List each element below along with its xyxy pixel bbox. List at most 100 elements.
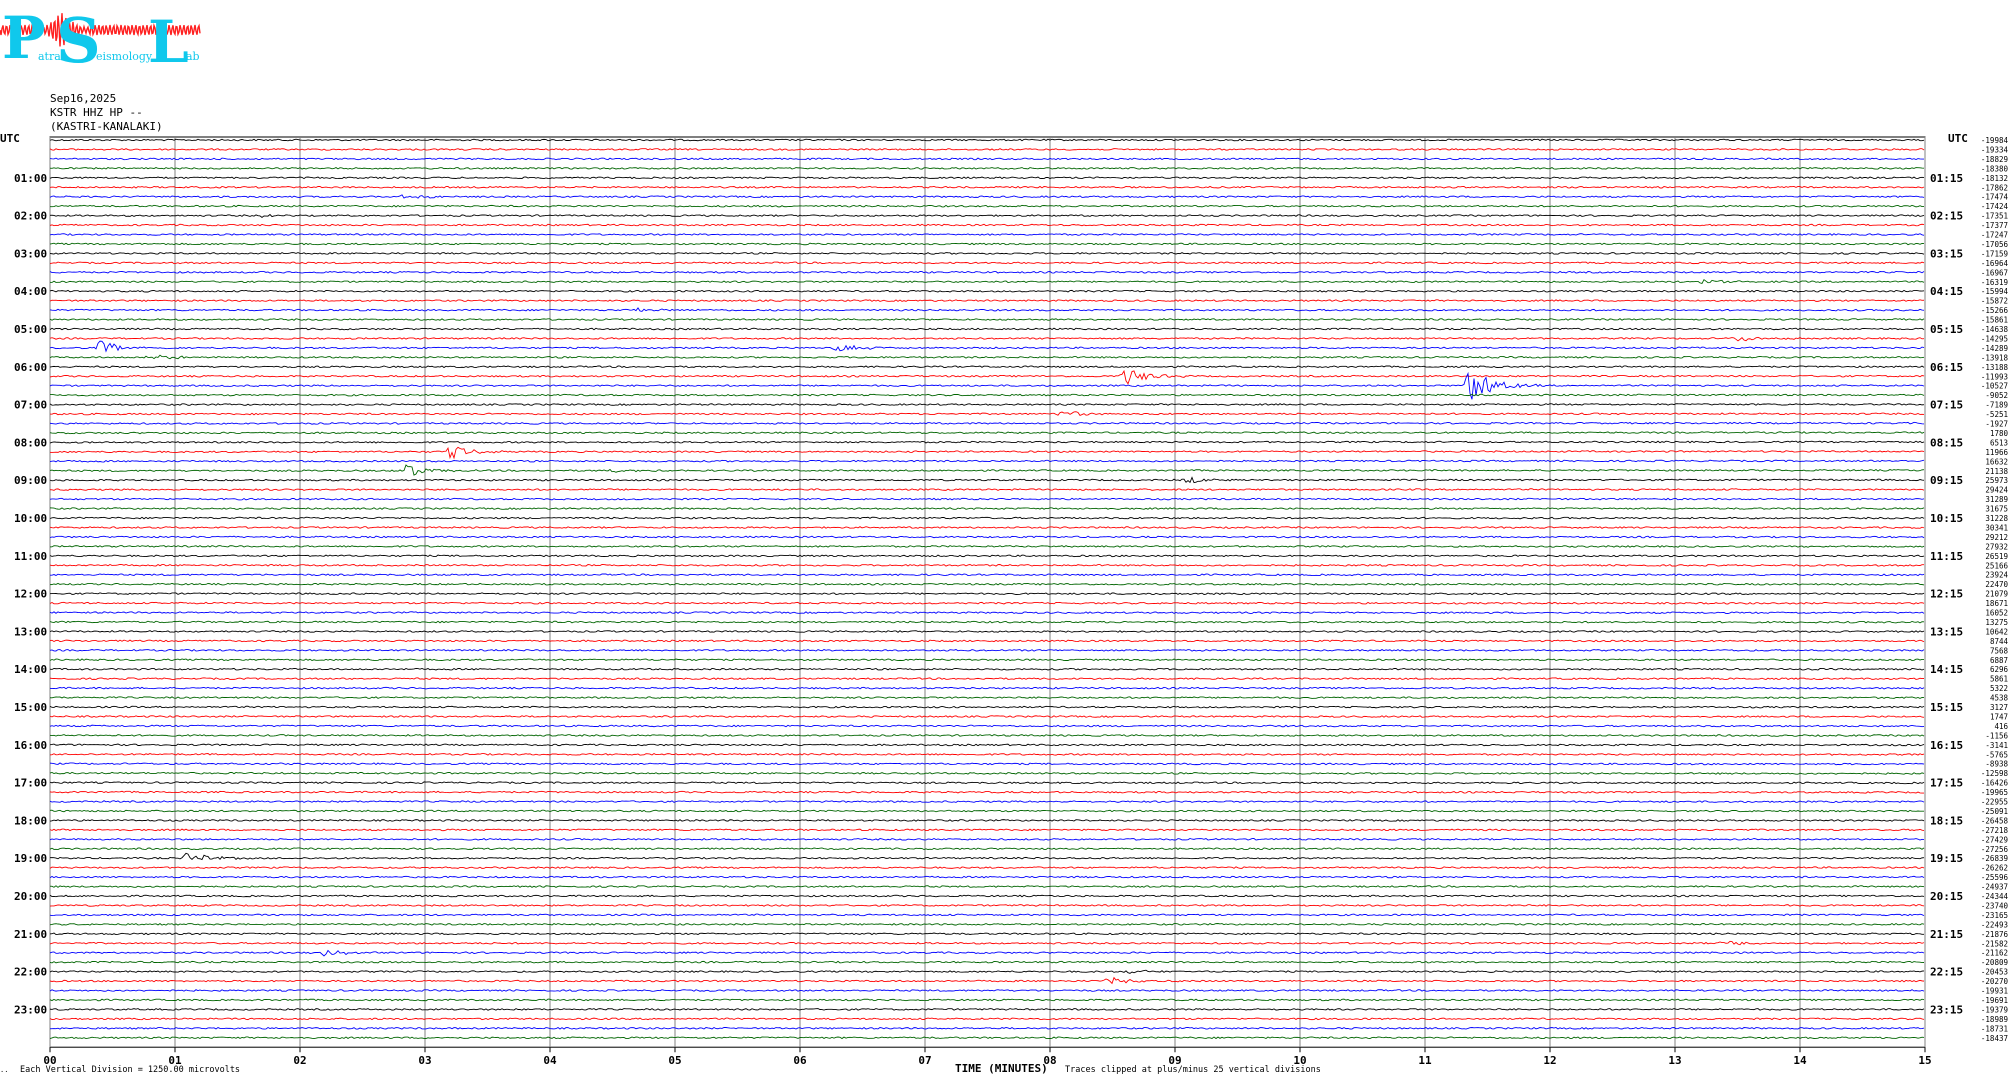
- right-hour-label: 13:15: [1930, 625, 1963, 638]
- trace-offset-label: -12598: [1981, 769, 2009, 778]
- trace-offset-label: -19334: [1981, 145, 2009, 154]
- left-hour-label: 23:00: [14, 1003, 47, 1016]
- trace-offset-label: -24344: [1981, 892, 2009, 901]
- trace-offset-label: -14638: [1981, 325, 2009, 334]
- trace-offset-label: 29212: [1985, 533, 2008, 542]
- trace-offset-label: -5765: [1985, 750, 2008, 759]
- trace-line: [49, 507, 1925, 510]
- trace-line: [49, 1036, 1925, 1040]
- trace-line: [49, 167, 1925, 170]
- trace-offset-label: 6887: [1990, 656, 2008, 665]
- trace-offset-label: -16319: [1981, 278, 2008, 287]
- trace-offset-label: -8938: [1985, 760, 2008, 769]
- x-tick-label: 15: [1918, 1054, 1931, 1067]
- x-tick-label: 14: [1793, 1054, 1807, 1067]
- trace-offset-label: -14289: [1981, 344, 2008, 353]
- trace-line: [49, 431, 1925, 435]
- trace-offset-label: -17351: [1981, 212, 2008, 221]
- trace-line: [49, 488, 1925, 491]
- trace-offset-label: -17862: [1981, 183, 2008, 192]
- trace-offset-label: 6296: [1990, 665, 2009, 674]
- right-hour-label: 12:15: [1930, 588, 1963, 601]
- trace-offset-label: 1780: [1990, 429, 2009, 438]
- left-hour-label: 22:00: [14, 966, 47, 979]
- right-hour-label: 05:15: [1930, 323, 1963, 336]
- trace-line: [49, 667, 1925, 671]
- trace-offset-label: -27256: [1981, 845, 2009, 854]
- trace-line: [49, 421, 1925, 425]
- left-hour-label: 07:00: [14, 399, 47, 412]
- trace-line: [49, 696, 1925, 699]
- trace-offset-label: -20809: [1981, 958, 2008, 967]
- trace-line: [49, 620, 1925, 624]
- right-hour-label: 21:15: [1930, 928, 1963, 941]
- trace-line: [49, 648, 1925, 652]
- trace-line: [49, 639, 1925, 643]
- left-hour-label: 05:00: [14, 323, 47, 336]
- left-hour-label: 20:00: [14, 890, 47, 903]
- trace-line: [49, 446, 1925, 460]
- right-hour-label: 17:15: [1930, 777, 1963, 790]
- right-hour-label: 04:15: [1930, 285, 1963, 298]
- trace-line: [49, 365, 1925, 369]
- left-hour-label: 12:00: [14, 588, 47, 601]
- left-hour-label: 13:00: [14, 625, 47, 638]
- trace-line: [49, 932, 1924, 936]
- trace-line: [49, 459, 1925, 463]
- trace-line: [49, 393, 1925, 397]
- trace-line: [49, 289, 1925, 293]
- trace-line: [49, 800, 1925, 803]
- trace-line: [49, 611, 1925, 614]
- right-hour-label: 06:15: [1930, 361, 1963, 374]
- trace-offset-label: -10527: [1981, 382, 2008, 391]
- trace-line: [49, 318, 1925, 321]
- trace-line: [49, 837, 1925, 841]
- trace-line: [49, 148, 1925, 151]
- trace-offset-label: -14295: [1981, 334, 2008, 343]
- trace-offset-label: -23740: [1981, 901, 2009, 910]
- trace-offset-label: -19691: [1981, 996, 2008, 1005]
- trace-line: [49, 743, 1925, 747]
- trace-line: [49, 223, 1925, 227]
- trace-line: [49, 866, 1925, 869]
- trace-line: [49, 1017, 1925, 1021]
- left-hour-label: 10:00: [14, 512, 47, 525]
- trace-line: [49, 545, 1925, 548]
- right-hour-label: 03:15: [1930, 247, 1963, 260]
- right-hour-label: 07:15: [1930, 399, 1963, 412]
- trace-line: [49, 464, 1925, 476]
- trace-offset-label: -15994: [1981, 287, 2009, 296]
- trace-offset-label: 6513: [1990, 438, 2008, 447]
- trace-line: [49, 894, 1925, 898]
- trace-offset-label: -17056: [1981, 240, 2009, 249]
- trace-line: [49, 307, 1925, 312]
- trace-line: [49, 734, 1925, 737]
- trace-line: [49, 752, 1925, 756]
- trace-offset-label: -25091: [1981, 807, 2008, 816]
- right-hour-label: 14:15: [1930, 663, 1963, 676]
- x-tick-label: 12: [1543, 1054, 1556, 1067]
- right-hour-label: 08:15: [1930, 436, 1963, 449]
- trace-line: [49, 233, 1925, 236]
- left-hour-label: 21:00: [14, 928, 47, 941]
- trace-offset-label: 21079: [1985, 590, 2008, 599]
- trace-offset-label: 31228: [1985, 514, 2008, 523]
- right-utc-label: UTC: [1948, 132, 1968, 145]
- right-hour-label: 22:15: [1930, 966, 1963, 979]
- trace-offset-label: -13188: [1981, 363, 2009, 372]
- trace-offset-label: -19931: [1981, 987, 2008, 996]
- trace-offset-label: -25596: [1981, 873, 2009, 882]
- trace-offset-label: -27429: [1981, 835, 2008, 844]
- trace-line: [49, 677, 1925, 681]
- left-hour-label: 02:00: [14, 210, 47, 223]
- trace-offset-label: -7189: [1985, 401, 2008, 410]
- trace-line: [49, 875, 1925, 879]
- trace-offset-label: -1927: [1985, 420, 2008, 429]
- trace-line: [49, 157, 1924, 161]
- trace-offset-label: -16964: [1981, 259, 2009, 268]
- trace-offset-label: -17377: [1981, 221, 2008, 230]
- x-axis-title: TIME (MINUTES): [955, 1062, 1048, 1075]
- right-hour-label: 10:15: [1930, 512, 1963, 525]
- trace-line: [49, 340, 1925, 353]
- trace-offset-label: 27932: [1985, 542, 2008, 551]
